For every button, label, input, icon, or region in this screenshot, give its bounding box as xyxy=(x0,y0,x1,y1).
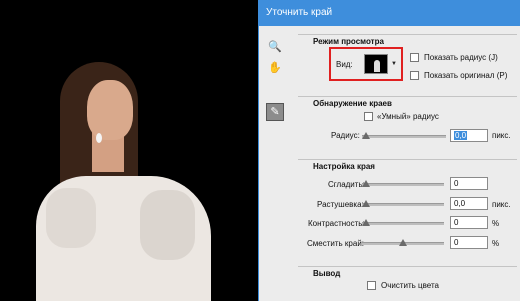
photo-earring xyxy=(96,133,102,143)
edge-settings-title: Настройка края xyxy=(313,162,375,171)
shift-edge-input[interactable]: 0 xyxy=(450,236,488,249)
output-title: Вывод xyxy=(313,269,341,278)
radius-value: 0,0 xyxy=(454,131,468,140)
radius-slider[interactable] xyxy=(362,132,446,139)
smart-radius-label: «Умный» радиус xyxy=(377,112,439,121)
feather-unit: пикс. xyxy=(492,200,511,209)
contrast-input[interactable]: 0 xyxy=(450,216,488,229)
clear-colors-checkbox[interactable] xyxy=(367,281,376,290)
dialog-title: Уточнить край xyxy=(259,0,520,26)
chevron-down-icon[interactable]: ▼ xyxy=(391,61,397,67)
shift-edge-slider-thumb[interactable] xyxy=(399,239,407,246)
feather-slider-thumb[interactable] xyxy=(362,200,370,207)
hand-tool-icon[interactable]: ✋ xyxy=(268,61,282,75)
contrast-slider-thumb[interactable] xyxy=(362,219,370,226)
refine-edge-dialog: Уточнить край 🔍 ✋ ✎ Режим просмотра Вид:… xyxy=(258,0,520,301)
feather-label: Растушевка: xyxy=(317,200,364,209)
show-original-checkbox[interactable] xyxy=(410,71,419,80)
feather-slider[interactable] xyxy=(362,200,444,207)
contrast-label: Контрастность: xyxy=(308,219,365,228)
view-mode-section: Режим просмотра Вид: ▼ Показать радиус (… xyxy=(298,34,517,90)
tool-column: 🔍 ✋ ✎ xyxy=(259,26,287,301)
clear-colors-label: Очистить цвета xyxy=(381,281,439,290)
show-radius-label: Показать радиус (J) xyxy=(424,53,498,62)
image-canvas[interactable] xyxy=(0,0,258,301)
radius-label: Радиус: xyxy=(331,131,360,140)
view-highlight: Вид: ▼ xyxy=(329,47,403,81)
edge-settings-section: Настройка края Сгладить: 0 Растушевка: 0… xyxy=(298,159,517,258)
contrast-unit: % xyxy=(492,219,500,228)
feather-input[interactable]: 0,0 xyxy=(450,197,488,210)
show-original-label: Показать оригинал (P) xyxy=(424,71,508,80)
radius-input[interactable]: 0,0 xyxy=(450,129,488,142)
shift-edge-slider[interactable] xyxy=(362,239,444,246)
smooth-input[interactable]: 0 xyxy=(450,177,488,190)
radius-slider-thumb[interactable] xyxy=(362,132,370,139)
smooth-label: Сгладить: xyxy=(328,180,365,189)
zoom-tool-icon[interactable]: 🔍 xyxy=(268,40,282,54)
edge-detection-section: Обнаружение краев «Умный» радиус Радиус:… xyxy=(298,96,517,146)
view-mode-title: Режим просмотра xyxy=(313,37,384,46)
radius-unit: пикс. xyxy=(492,131,511,140)
view-mode-dropdown[interactable] xyxy=(364,54,388,74)
photo-face xyxy=(87,80,133,140)
view-thumbnail-figure xyxy=(374,60,380,72)
photo-lace-right xyxy=(140,190,195,260)
refine-brush-tool-icon[interactable]: ✎ xyxy=(266,103,284,121)
view-label: Вид: xyxy=(336,60,353,69)
contrast-slider[interactable] xyxy=(362,219,444,226)
shift-edge-unit: % xyxy=(492,239,500,248)
smooth-slider[interactable] xyxy=(362,180,444,187)
shift-edge-label: Сместить край: xyxy=(307,239,365,248)
show-radius-checkbox[interactable] xyxy=(410,53,419,62)
edge-detection-title: Обнаружение краев xyxy=(313,99,392,108)
smooth-slider-thumb[interactable] xyxy=(362,180,370,187)
output-section: Вывод Очистить цвета xyxy=(298,266,517,301)
photo-lace-left xyxy=(46,188,96,248)
smart-radius-checkbox[interactable] xyxy=(364,112,373,121)
